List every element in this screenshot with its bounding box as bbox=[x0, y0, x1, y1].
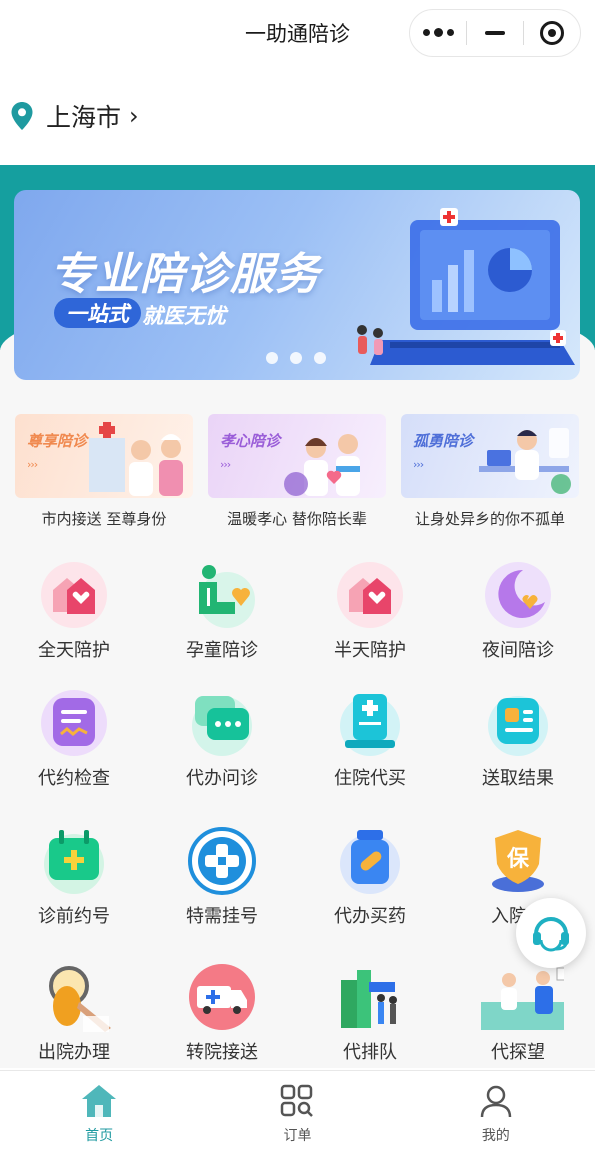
grid-item-pre-appointment[interactable]: 诊前约号 bbox=[0, 826, 148, 946]
city-selector[interactable]: 上海市 › bbox=[10, 96, 139, 136]
grid-item-proxy-consult[interactable]: 代办问诊 bbox=[148, 688, 296, 808]
grid-item-buy-medicine[interactable]: 代办买药 bbox=[296, 826, 444, 946]
service-card-solo[interactable]: 孤勇陪诊 ››› 让身处异乡的你不孤单 bbox=[401, 414, 579, 529]
city-name: 上海市 bbox=[46, 103, 122, 132]
grid-label: 诊前约号 bbox=[38, 906, 110, 927]
location-pin-icon bbox=[11, 102, 33, 130]
service-caption: 让身处异乡的你不孤单 bbox=[414, 510, 565, 528]
target-icon bbox=[540, 21, 564, 45]
doctor-nurse-illustration-icon bbox=[89, 422, 183, 496]
grid-label: 孕童陪诊 bbox=[186, 640, 258, 661]
promo-banner[interactable]: 专业陪诊服务 一站式 就医无忧 bbox=[14, 190, 580, 380]
tab-bar: 首页 订单 我的 bbox=[0, 1070, 595, 1150]
grid-item-appointment-exam[interactable]: 代约检查 bbox=[0, 688, 148, 808]
order-grid-icon bbox=[281, 1084, 314, 1117]
grid-item-discharge[interactable]: 出院办理 bbox=[0, 962, 148, 1082]
indicator-dot[interactable] bbox=[266, 352, 278, 364]
service-tag: 孝心陪诊 bbox=[220, 432, 281, 450]
indicator-dot[interactable] bbox=[314, 352, 326, 364]
grid-label: 出院办理 bbox=[38, 1042, 110, 1063]
customer-service-button[interactable] bbox=[516, 898, 586, 968]
visit-patient-icon bbox=[481, 967, 564, 1030]
minus-icon bbox=[485, 31, 505, 35]
chevron-right-icon: › bbox=[129, 102, 139, 130]
service-card-premium[interactable]: 尊享陪诊 ››› 市内接送 至尊身份 bbox=[15, 414, 193, 529]
tab-profile[interactable]: 我的 bbox=[397, 1071, 595, 1150]
grid-label: 代探望 bbox=[491, 1042, 545, 1063]
chat-bubble-icon bbox=[192, 696, 252, 756]
pill-bottle-icon bbox=[340, 830, 400, 894]
grid-label: 代排队 bbox=[343, 1042, 397, 1063]
grid-item-special-registration[interactable]: 特需挂号 bbox=[148, 826, 296, 946]
banner-indicator bbox=[266, 352, 326, 364]
tab-home[interactable]: 首页 bbox=[0, 1071, 198, 1150]
couple-doctors-illustration-icon bbox=[284, 434, 360, 496]
tab-label: 首页 bbox=[85, 1128, 114, 1144]
grid-label: 特需挂号 bbox=[186, 906, 258, 927]
magnifier-document-icon bbox=[49, 966, 111, 1032]
grid-label: 代约检查 bbox=[38, 768, 110, 789]
document-wave-icon bbox=[41, 690, 107, 756]
service-caption: 温暖孝心 替你陪长辈 bbox=[227, 510, 367, 528]
tab-label: 我的 bbox=[481, 1128, 510, 1144]
medical-kit-icon bbox=[340, 694, 400, 756]
queue-people-icon bbox=[341, 970, 397, 1028]
house-heart-icon bbox=[41, 562, 107, 628]
grid-item-visit-proxy[interactable]: 代探望 bbox=[444, 962, 592, 1082]
headset-icon bbox=[533, 917, 569, 952]
grid-item-report-delivery[interactable]: 送取结果 bbox=[444, 688, 592, 808]
service-card-filial[interactable]: 孝心陪诊 ››› 温暖孝心 替你陪长辈 bbox=[208, 414, 386, 529]
grid-label: 半天陪护 bbox=[334, 640, 406, 661]
grid-item-queue-proxy[interactable]: 代排队 bbox=[296, 962, 444, 1082]
banner-subtitle: 就医无忧 bbox=[142, 304, 226, 328]
grid-label: 夜间陪诊 bbox=[482, 640, 554, 661]
triple-chevron-icon: ››› bbox=[220, 458, 231, 471]
home-icon bbox=[82, 1085, 117, 1117]
tab-orders[interactable]: 订单 bbox=[198, 1071, 396, 1150]
more-dots-icon bbox=[422, 28, 454, 37]
close-mini-program-button[interactable] bbox=[524, 10, 580, 56]
doctor-desk-illustration-icon bbox=[479, 428, 571, 494]
grid-label: 转院接送 bbox=[186, 1042, 258, 1063]
grid-item-pregnancy-child[interactable]: 孕童陪诊 bbox=[148, 560, 296, 680]
insurance-shield-icon: 保 bbox=[492, 830, 544, 892]
svg-text:保: 保 bbox=[506, 847, 530, 872]
service-tag: 尊享陪诊 bbox=[27, 432, 88, 450]
user-icon bbox=[480, 1085, 512, 1118]
nav-bar: 一助通陪诊 bbox=[0, 0, 595, 66]
indicator-dot[interactable] bbox=[290, 352, 302, 364]
grid-item-full-day-care[interactable]: 全天陪护 bbox=[0, 560, 148, 680]
calendar-plus-icon bbox=[44, 830, 104, 894]
grid-label: 全天陪护 bbox=[38, 640, 110, 661]
banner-pill: 一站式 bbox=[54, 298, 141, 328]
grid-item-half-day-care[interactable]: 半天陪护 bbox=[296, 560, 444, 680]
house-heart-icon bbox=[337, 562, 403, 628]
report-card-icon bbox=[488, 696, 548, 756]
ambulance-icon bbox=[189, 964, 255, 1030]
grid-label: 住院代买 bbox=[334, 768, 406, 789]
grid-label: 送取结果 bbox=[482, 768, 554, 789]
grid-label: 代办买药 bbox=[334, 906, 406, 927]
banner-title: 专业陪诊服务 bbox=[50, 249, 320, 300]
triple-chevron-icon: ››› bbox=[27, 458, 38, 471]
grid-label: 代办问诊 bbox=[186, 768, 258, 789]
mother-child-icon bbox=[199, 565, 255, 628]
medical-cross-badge-icon bbox=[188, 827, 256, 895]
service-card-image: 孝心陪诊 ››› bbox=[208, 414, 386, 498]
service-card-image: 尊享陪诊 ››› bbox=[15, 414, 193, 498]
more-menu-button[interactable] bbox=[410, 10, 466, 56]
service-card-image: 孤勇陪诊 ››› bbox=[401, 414, 579, 498]
tab-label: 订单 bbox=[283, 1128, 312, 1144]
grid-item-hospital-purchase[interactable]: 住院代买 bbox=[296, 688, 444, 808]
grid-item-night-care[interactable]: 夜间陪诊 bbox=[444, 560, 592, 680]
service-caption: 市内接送 至尊身份 bbox=[41, 510, 167, 528]
service-tag: 孤勇陪诊 bbox=[413, 432, 474, 450]
mini-program-capsule bbox=[409, 9, 581, 57]
moon-heart-icon bbox=[485, 562, 551, 628]
triple-chevron-icon: ››› bbox=[413, 458, 424, 471]
laptop-illustration-icon bbox=[357, 208, 575, 365]
grid-item-transfer-transport[interactable]: 转院接送 bbox=[148, 962, 296, 1082]
minimize-button[interactable] bbox=[467, 10, 523, 56]
